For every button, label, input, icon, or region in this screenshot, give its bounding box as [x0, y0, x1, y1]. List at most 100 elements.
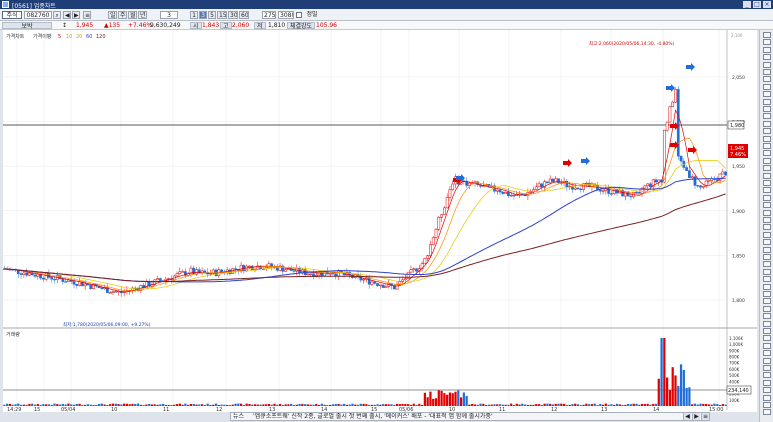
drawing-tool-icon[interactable]: [763, 202, 771, 209]
drawing-tool-icon[interactable]: [763, 379, 771, 386]
drawing-tool-icon[interactable]: [763, 387, 771, 394]
volume-bar: [384, 404, 387, 406]
drawing-tool-icon[interactable]: [763, 394, 771, 401]
prev-button[interactable]: ◀: [63, 11, 71, 19]
drawing-tool-icon[interactable]: [763, 76, 771, 83]
drawing-tool-icon[interactable]: [763, 268, 771, 275]
maximize-icon[interactable]: □: [753, 1, 761, 8]
drawing-tool-icon[interactable]: [763, 135, 771, 142]
drawing-tool-icon[interactable]: [763, 298, 771, 305]
period-year[interactable]: 년: [138, 11, 147, 19]
news-menu-icon[interactable]: ≡: [701, 413, 709, 420]
drawing-tool-icon[interactable]: [763, 246, 771, 253]
period-week[interactable]: 주: [118, 11, 127, 19]
drawing-tool-icon[interactable]: [763, 180, 771, 186]
candle-body: [724, 171, 727, 176]
volume-bar: [426, 397, 429, 406]
drawing-tool-icon[interactable]: [763, 357, 771, 364]
drawing-tool-icon[interactable]: [763, 69, 771, 75]
drawing-tool-icon[interactable]: [763, 157, 771, 164]
volume-bar: [702, 403, 705, 406]
drawing-tool-icon[interactable]: [763, 350, 771, 357]
drawing-tool-icon[interactable]: [763, 291, 771, 297]
minimize-icon[interactable]: _: [743, 1, 751, 8]
drawing-tool-icon[interactable]: [763, 54, 771, 61]
drawing-tool-icon[interactable]: [763, 342, 771, 349]
drawing-tool-icon[interactable]: [763, 209, 771, 216]
period-day[interactable]: 일: [108, 11, 117, 19]
drawing-tool-icon[interactable]: [763, 120, 771, 127]
drawing-tool-icon[interactable]: [763, 98, 771, 105]
precision-checkbox[interactable]: [296, 12, 302, 18]
drawing-tool-icon[interactable]: [763, 113, 771, 120]
minute-30[interactable]: 30: [228, 11, 238, 19]
drawing-tool-icon[interactable]: [763, 276, 771, 283]
minute-3[interactable]: 3: [199, 11, 207, 19]
drawing-tool-icon[interactable]: [763, 128, 771, 135]
drawing-tool-icon[interactable]: [763, 91, 771, 98]
drawing-tool-icon[interactable]: [763, 46, 771, 53]
tick-select[interactable]: 3: [160, 11, 178, 19]
drawing-tool-icon[interactable]: [763, 231, 771, 238]
candle-body: [362, 278, 365, 281]
chart-canvas[interactable]: 14:29 15 05/04 10 11 12 13 14 15 05/06 10 11 12 13 14 1…: [3, 30, 757, 412]
total-input[interactable]: 3080: [278, 11, 294, 19]
current-price: 1,945: [76, 22, 94, 29]
volume-tick-label: 700K: [729, 361, 740, 366]
volume-bar: [84, 404, 87, 406]
settings-icon[interactable]: ≡: [83, 11, 91, 19]
minute-15[interactable]: 15: [217, 11, 227, 19]
drawing-tool-icon[interactable]: [763, 239, 771, 246]
volume-bar: [209, 404, 212, 406]
drawing-tool-icon[interactable]: [763, 217, 771, 223]
drawing-tool-icon[interactable]: [763, 305, 771, 312]
drawing-tool-icon[interactable]: [763, 143, 771, 149]
drawing-tool-icon[interactable]: [763, 39, 771, 46]
drawing-tool-icon[interactable]: [763, 224, 771, 231]
code-input[interactable]: 082760: [24, 11, 52, 19]
drawing-tool-icon[interactable]: [763, 283, 771, 290]
minute-1[interactable]: 1: [190, 11, 198, 19]
volume-bar: [128, 404, 131, 406]
drawing-tool-icon[interactable]: [763, 365, 771, 371]
drawing-tool-icon[interactable]: [763, 313, 771, 320]
low-annotation: 최저:1,780(2020/05/06,09:00, +9.27%): [63, 321, 151, 328]
drawing-tool-icon[interactable]: [763, 83, 771, 90]
drawing-tool-icon[interactable]: [763, 335, 771, 342]
drawing-tool-icon[interactable]: [763, 328, 771, 334]
candle-body: [28, 272, 31, 276]
volume-bar: [11, 404, 14, 406]
news-next-icon[interactable]: ▶: [692, 413, 700, 420]
drawing-tool-icon[interactable]: [763, 150, 771, 157]
drawing-tool-icon[interactable]: [763, 320, 771, 327]
drawing-tool-icon[interactable]: [763, 402, 771, 408]
drawing-tool-icon[interactable]: [763, 32, 771, 38]
drawing-tool-icon[interactable]: [763, 372, 771, 379]
drawing-tool-icon[interactable]: [763, 409, 771, 416]
drawing-tool-icon[interactable]: [763, 172, 771, 179]
drawing-tool-icon[interactable]: [763, 194, 771, 201]
volume-bar: [521, 403, 524, 406]
next-button[interactable]: ▶: [72, 11, 80, 19]
candle-body: [721, 171, 725, 175]
drawing-tool-icon[interactable]: [763, 165, 771, 172]
drawing-tool-icon[interactable]: [763, 187, 771, 194]
minute-5[interactable]: 5: [208, 11, 216, 19]
volume-bar: [493, 404, 496, 406]
drawing-tool-icon[interactable]: [763, 61, 771, 68]
drawing-tool-icon[interactable]: [763, 261, 771, 268]
drawing-tool-icon[interactable]: [763, 254, 771, 260]
search-icon[interactable]: ⌕: [53, 11, 61, 19]
news-text[interactable]: '앱큐소프트웨' 신작 2종, 글로벌 출시 첫 번째 출시, '메이커스' 배…: [253, 413, 673, 420]
period-month[interactable]: 월: [128, 11, 137, 19]
news-prev-icon[interactable]: ◀: [683, 413, 691, 420]
volume-bar: [657, 378, 660, 406]
drawing-tool-icon[interactable]: [763, 106, 771, 112]
candle-body: [501, 191, 505, 194]
count-input[interactable]: 275: [262, 11, 276, 19]
close-icon[interactable]: ×: [763, 1, 771, 8]
minute-60[interactable]: 60: [239, 11, 249, 19]
volume-bar: [574, 403, 577, 406]
market-select[interactable]: 주식: [2, 11, 22, 19]
volume-bar: [8, 403, 12, 406]
